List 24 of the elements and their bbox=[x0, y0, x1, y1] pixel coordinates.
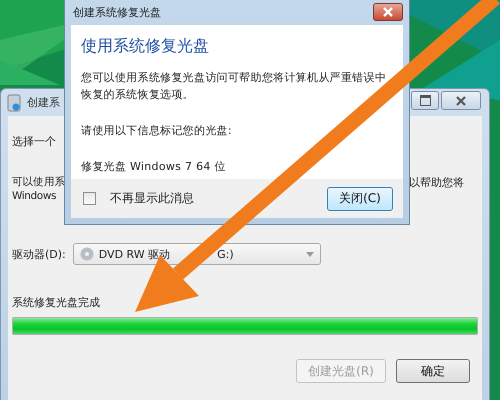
disc-icon bbox=[80, 247, 94, 261]
ok-button[interactable]: 确定 bbox=[396, 359, 470, 383]
close-button[interactable] bbox=[373, 3, 403, 21]
prompt-text: 选择一个 bbox=[12, 134, 57, 149]
close-button[interactable] bbox=[441, 91, 481, 110]
close-icon bbox=[382, 7, 394, 17]
dialog-title: 创建系统修复光盘 bbox=[72, 4, 161, 20]
disc-label-text: 修复光盘 Windows 7 64 位 bbox=[81, 159, 227, 175]
description-text: 以帮助您将 bbox=[409, 175, 464, 191]
close-icon bbox=[455, 96, 467, 106]
description-text: Windows bbox=[12, 190, 58, 202]
close-dialog-button[interactable]: 关闭(C) bbox=[327, 186, 393, 210]
checkbox-label: 不再显示此消息 bbox=[110, 190, 194, 207]
body-text: 您可以使用系统修复光盘访问可帮助您将计算机从严重错误中恢复的系统恢复选项。 bbox=[81, 70, 388, 103]
description-text: 可以使用系 bbox=[12, 175, 66, 189]
progress-label: 系统修复光盘完成 bbox=[12, 295, 101, 310]
checkbox[interactable] bbox=[83, 192, 96, 205]
instruction-text: 请使用以下信息标记您的光盘: bbox=[81, 123, 233, 139]
window-title: 创建系 bbox=[27, 95, 60, 110]
disc-drive-icon bbox=[7, 94, 21, 112]
maximize-button[interactable] bbox=[411, 91, 439, 110]
dropdown-caret-icon bbox=[306, 252, 314, 256]
drive-label: 驱动器(D): bbox=[12, 246, 66, 262]
dialog-heading: 使用系统修复光盘 bbox=[81, 36, 210, 57]
